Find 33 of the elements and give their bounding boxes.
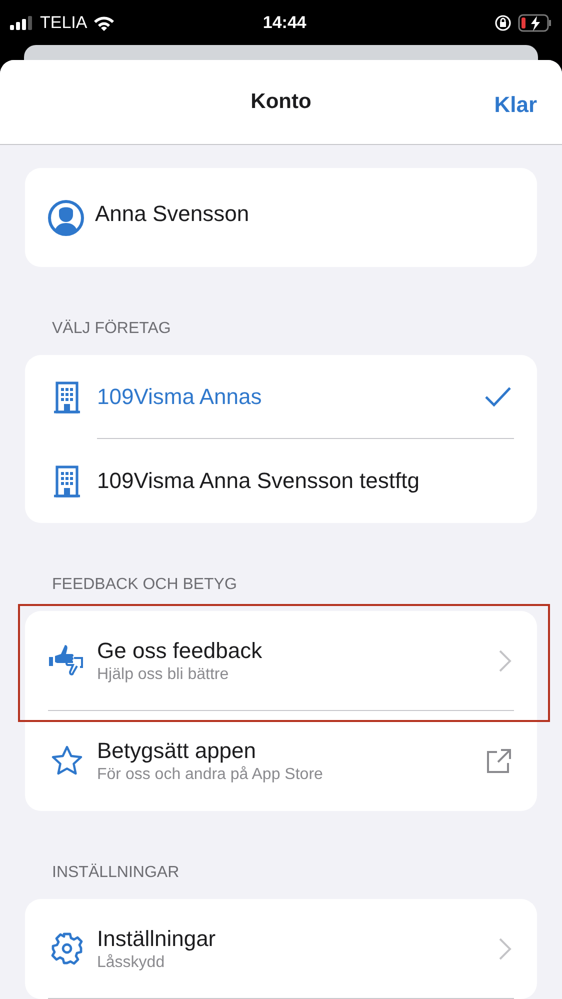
row-title: Ge oss feedback [97, 637, 264, 665]
row-title: 109Visma Annas [97, 383, 263, 411]
user-name: Anna Svensson [95, 200, 250, 228]
row-title: Inställningar [97, 925, 217, 953]
section-header: INSTÄLLNINGAR [51, 862, 180, 883]
section-header: VÄLJ FÖRETAG [51, 318, 172, 339]
row-subtitle: Hjälp oss bli bättre [97, 665, 230, 685]
rotation-lock-icon [494, 14, 512, 32]
signal-icon [10, 16, 35, 30]
sheet-title: Konto [250, 89, 312, 116]
row-title: 109Visma Anna Svensson testftg [97, 467, 420, 495]
section-header: FEEDBACK OCH BETYG [51, 575, 238, 595]
chevron-right-icon [498, 649, 512, 673]
building-icon [52, 380, 82, 414]
row-title: Betygsätt appen [97, 737, 258, 765]
external-link-icon [486, 748, 512, 774]
user-avatar-icon [47, 198, 85, 236]
wifi-icon [93, 14, 116, 30]
list-row[interactable]: Betygsätt appen För oss och andra på App Store [25, 711, 537, 811]
thumbs-up-down-icon [48, 644, 86, 678]
row-subtitle: Låsskydd [97, 953, 166, 973]
chevron-right-icon [498, 937, 512, 961]
carrier-name: TELIA [40, 12, 88, 34]
list-row[interactable]: Ge oss feedback Hjälp oss bli bättre [25, 611, 537, 711]
settings-icon [49, 931, 85, 967]
battery-icon [518, 14, 552, 32]
row-subtitle: För oss och andra på App Store [97, 765, 324, 785]
list-row[interactable]: 109Visma Annas [25, 355, 537, 439]
clock-time: 14:44 [262, 12, 308, 34]
list-row[interactable]: Inställningar Låsskydd [25, 899, 537, 999]
list-row[interactable]: 109Visma Anna Svensson testftg [25, 439, 537, 523]
building-icon [52, 464, 82, 498]
done-button[interactable]: Klar [494, 88, 537, 121]
